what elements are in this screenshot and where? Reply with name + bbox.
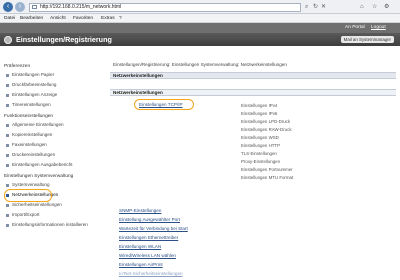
url-text: http://192.168.0.215/m_network.html xyxy=(40,3,122,10)
menu-bar: Datei Bearbeiten Ansicht Favoriten Extra… xyxy=(0,14,400,23)
sidebar-item-security[interactable]: Sicherheitseinstellungen xyxy=(6,201,102,209)
sidebar-item-copy[interactable]: Kopiereinstellungen xyxy=(6,131,102,139)
snmp-settings-link[interactable]: SNMP-Einstellungen xyxy=(119,208,161,213)
section-subtitle: Netzwerkeinstellungen xyxy=(110,89,396,96)
sidebar-item-system-admin[interactable]: Systemverwaltung xyxy=(6,181,102,189)
tcpip-desc-item: Einstellungen IPv6 xyxy=(241,111,278,116)
sidebar-item-timer[interactable]: Timereinstellungen xyxy=(6,101,102,109)
sidebar-section-functions: Funktionseinstellungen xyxy=(4,114,54,119)
tcpip-desc-item: Einstellungen LPD-Druck xyxy=(241,119,291,124)
airprint-settings-link[interactable]: Einstellungen AirPrint xyxy=(119,262,163,267)
page-header: Einstellungen/Registrierung Mail an Syst… xyxy=(0,33,400,46)
gear-icon[interactable]: ⚙ xyxy=(384,3,389,11)
tcpip-desc-item: Einstellungen WSD xyxy=(241,135,279,140)
page-icon xyxy=(32,5,37,9)
sidebar: Präferenzen Einstellungen Papier Druckfä… xyxy=(0,56,104,280)
search-icon[interactable]: ⌕ xyxy=(305,3,308,11)
wlan-settings-link[interactable]: Einstellungen WLAN xyxy=(119,244,161,249)
menu-item-ansicht[interactable]: Ansicht xyxy=(50,16,66,21)
ethernet-driver-link[interactable]: Einstellungen Ethernettreiber xyxy=(119,235,178,240)
dedicated-port-link[interactable]: Einstellung Ausgewählter Port xyxy=(119,217,180,222)
tcpip-desc-item: Einstellungen HTTP xyxy=(241,143,281,148)
sidebar-item-fax[interactable]: Faxeinstellungen xyxy=(6,141,102,149)
menu-item-extras[interactable]: Extras xyxy=(101,16,115,21)
tcpip-desc-item: Einstellungen RAW-Druck xyxy=(241,127,292,132)
sidebar-item-printer[interactable]: Druckereinstellungen xyxy=(6,151,102,159)
sidebar-item-paper[interactable]: Einstellungen Papier xyxy=(6,71,102,79)
portal-bar: An Portal Logout xyxy=(0,23,400,33)
sidebar-section-admin: Einstellungen Systemverwaltung xyxy=(4,174,74,179)
browser-toolbar: ‹ › http://192.168.0.215/m_network.html … xyxy=(0,0,400,14)
tcpip-desc-item: Einstellungen MTU Format xyxy=(241,175,294,180)
breadcrumb: Einstellungen/Registrierung: Einstellung… xyxy=(113,62,287,67)
page-title: Einstellungen/Registrierung xyxy=(16,35,112,44)
iot-security-link[interactable]: IoTset-Sicherheitseinstellungen xyxy=(119,271,183,276)
section-title: Netzwerkeinstellungen xyxy=(110,72,396,79)
menu-item-favoriten[interactable]: Favoriten xyxy=(73,16,93,21)
settings-icon xyxy=(4,35,12,44)
stop-icon[interactable]: ✕ xyxy=(321,3,326,11)
address-bar[interactable]: http://192.168.0.215/m_network.html xyxy=(29,2,301,12)
sidebar-item-import-export[interactable]: Import/Export xyxy=(6,211,102,219)
portal-link[interactable]: An Portal xyxy=(345,25,365,30)
tcpip-desc-item: TLS-Einstellungen xyxy=(241,151,277,156)
tcpip-desc-item: Einstellungen IPv4 xyxy=(241,103,278,108)
highlight-ring-tcpip xyxy=(134,99,194,110)
sidebar-section-preferences: Präferenzen xyxy=(4,64,31,69)
back-button[interactable]: ‹ xyxy=(3,2,13,12)
menu-item-bearbeiten[interactable]: Bearbeiten xyxy=(20,16,43,21)
highlight-ring-sidebar xyxy=(4,189,52,202)
mail-admin-button[interactable]: Mail an Systemmanager xyxy=(340,36,394,43)
star-icon[interactable]: ☆ xyxy=(372,3,377,11)
startup-wait-link[interactable]: Wartezeit für Verbindung bei Start xyxy=(119,226,188,231)
logout-link[interactable]: Logout xyxy=(371,25,386,30)
menu-item-help[interactable]: ? xyxy=(119,16,122,21)
tcpip-desc-item: Einstellungen Portnummer xyxy=(241,167,293,172)
sidebar-item-display[interactable]: Einstellungen Anzeige xyxy=(6,91,102,99)
sidebar-item-general[interactable]: Allgemeine Einstellungen xyxy=(6,121,102,129)
sidebar-item-output-report[interactable]: Einstellungen Ausgabebericht xyxy=(6,161,102,169)
sidebar-item-print-color[interactable]: Druckfärbeeinstellung xyxy=(6,81,102,89)
home-icon[interactable]: ⌂ xyxy=(360,3,364,11)
tcpip-desc-item: Proxy-Einstellungen xyxy=(241,159,281,164)
forward-button[interactable]: › xyxy=(15,2,25,12)
sidebar-item-install-info[interactable]: Einstellungsinformationen installieren xyxy=(6,221,102,235)
refresh-icon[interactable]: ↻ xyxy=(313,3,318,11)
menu-item-datei[interactable]: Datei xyxy=(4,16,15,21)
settings-panel: Netzwerkeinstellungen Netzwerkeinstellun… xyxy=(110,72,396,280)
wired-wireless-select-link[interactable]: Wired/Wireless LAN wählen xyxy=(119,253,176,258)
